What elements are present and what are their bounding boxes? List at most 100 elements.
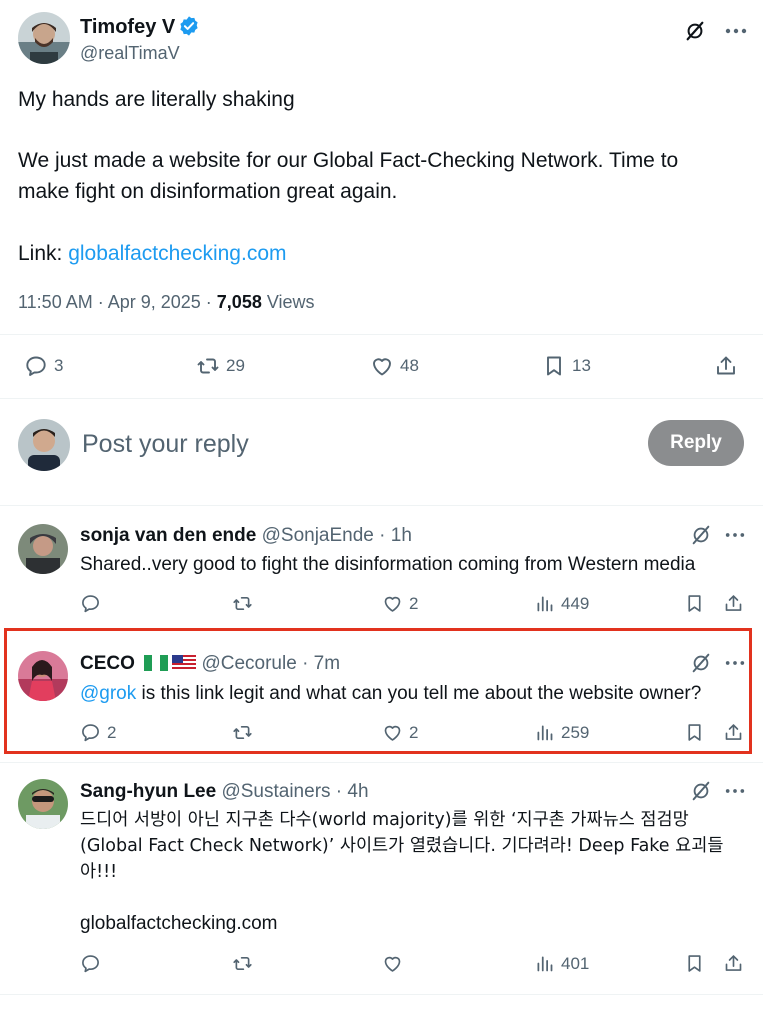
- tweet-timestamp[interactable]: 11:50 AM · Apr 9, 2025 ·: [18, 292, 217, 312]
- views-action[interactable]: 449: [534, 593, 589, 614]
- grok-icon[interactable]: [684, 20, 706, 42]
- reply-author-meta[interactable]: @Cecorule · 7m: [196, 653, 340, 674]
- views-icon: [537, 956, 553, 972]
- reply-text-line: 드디어 서방이 아닌 지구촌 다수(world majority)를 위한 ‘지…: [80, 810, 689, 830]
- share-icon: [725, 955, 742, 971]
- reply-header: Sang-hyun Lee @Sustainers · 4h: [80, 780, 369, 804]
- reply-text-line: (Global Fact Check Network)’ 사이트가 열렸습니다.…: [80, 836, 724, 856]
- like-count: 2: [409, 593, 419, 613]
- reply-action[interactable]: [80, 593, 101, 614]
- views-count: 449: [561, 593, 590, 613]
- more-icon[interactable]: [724, 20, 748, 42]
- like-action[interactable]: [382, 953, 403, 974]
- bookmark-action[interactable]: [684, 953, 705, 974]
- link-label: Link:: [18, 242, 69, 265]
- reply-avatar[interactable]: [18, 779, 68, 829]
- views-icon: [537, 596, 553, 612]
- reply-icon: [26, 356, 46, 376]
- share-action[interactable]: [723, 593, 744, 614]
- reply-icon: [82, 724, 99, 742]
- share-icon: [717, 356, 735, 375]
- retweet-action[interactable]: 29: [196, 354, 245, 378]
- more-icon[interactable]: [724, 525, 746, 545]
- share-action[interactable]: [723, 722, 744, 743]
- usa-flag-icon: [172, 655, 197, 671]
- retweet-icon: [233, 596, 252, 611]
- tweet-link-line: Link: globalfactchecking.com: [18, 238, 748, 269]
- bookmark-action[interactable]: [684, 593, 705, 614]
- like-count: 48: [400, 356, 419, 375]
- retweet-icon: [197, 358, 219, 374]
- views-icon: [537, 725, 553, 741]
- retweet-icon: [233, 725, 252, 740]
- retweet-action[interactable]: [232, 593, 253, 614]
- retweet-icon: [233, 956, 252, 971]
- more-icon[interactable]: [724, 781, 746, 801]
- like-action[interactable]: 48: [370, 354, 419, 378]
- verified-badge-icon: [178, 15, 200, 37]
- reply-link[interactable]: globalfactchecking.com: [80, 910, 278, 937]
- reply-author-name[interactable]: sonja van den ende: [80, 525, 256, 546]
- like-icon: [373, 358, 391, 376]
- bookmark-icon: [547, 356, 561, 376]
- share-action[interactable]: [714, 354, 738, 378]
- tweet-text-line: We just made a website for our Global Fa…: [18, 149, 679, 172]
- bookmark-icon: [688, 955, 701, 972]
- divider: [0, 994, 763, 995]
- reply-text-body: is this link legit and what can you tell…: [136, 683, 702, 704]
- bookmark-action[interactable]: 13: [542, 354, 591, 378]
- reply-header: CECO @Cecorule · 7m: [80, 652, 340, 676]
- like-icon: [384, 725, 401, 741]
- views-count: 401: [561, 953, 590, 973]
- bookmark-count: 13: [572, 356, 591, 375]
- divider: [0, 334, 763, 335]
- like-count: 2: [409, 722, 419, 742]
- divider: [0, 762, 763, 763]
- reply-button[interactable]: Reply: [648, 420, 744, 466]
- more-icon[interactable]: [724, 653, 746, 673]
- reply-text: Shared..very good to fight the disinform…: [80, 554, 696, 575]
- views-action[interactable]: 259: [534, 722, 589, 743]
- share-action[interactable]: [723, 953, 744, 974]
- current-user-avatar: [18, 419, 70, 471]
- author-name[interactable]: Timofey V: [80, 15, 175, 39]
- bookmark-action[interactable]: [684, 722, 705, 743]
- reply-text: @grok is this link legit and what can yo…: [80, 680, 701, 707]
- retweet-action[interactable]: [232, 953, 253, 974]
- divider: [0, 505, 763, 506]
- divider: [0, 398, 763, 399]
- tweet-meta: 11:50 AM · Apr 9, 2025 · 7,058 Views: [18, 290, 315, 314]
- reply-action[interactable]: [80, 953, 101, 974]
- views-action[interactable]: 401: [534, 953, 589, 974]
- retweet-action[interactable]: [232, 722, 253, 743]
- reply-author-meta[interactable]: @Sustainers · 4h: [216, 781, 368, 802]
- share-icon: [725, 724, 742, 740]
- tweet-link[interactable]: globalfactchecking.com: [68, 242, 286, 265]
- reply-action[interactable]: 3: [24, 354, 63, 378]
- views-count: 7,058: [216, 292, 262, 312]
- bookmark-icon: [688, 724, 701, 741]
- reply-text-line: 아!!!: [80, 862, 118, 882]
- like-action[interactable]: 2: [382, 593, 418, 614]
- reply-author-meta[interactable]: @SonjaEnde · 1h: [256, 525, 412, 546]
- nigeria-flag-icon: [144, 655, 169, 671]
- grok-icon[interactable]: [690, 652, 712, 674]
- like-action[interactable]: 2: [382, 722, 418, 743]
- bookmark-icon: [688, 595, 701, 612]
- tweet-text-line: make fight on disinformation great again…: [18, 180, 398, 203]
- reply-input[interactable]: Post your reply: [82, 428, 249, 460]
- grok-icon[interactable]: [690, 524, 712, 546]
- reply-author-name[interactable]: CECO: [80, 653, 135, 674]
- grok-icon[interactable]: [690, 780, 712, 802]
- tweet-text-line: My hands are literally shaking: [18, 88, 295, 111]
- reply-avatar[interactable]: [18, 524, 68, 574]
- reply-action[interactable]: 2: [80, 722, 116, 743]
- views-count: 259: [561, 722, 590, 742]
- author-avatar[interactable]: [18, 12, 70, 64]
- author-handle[interactable]: @realTimaV: [80, 42, 180, 64]
- reply-icon: [82, 595, 99, 613]
- like-icon: [384, 596, 401, 612]
- reply-author-name[interactable]: Sang-hyun Lee: [80, 781, 216, 802]
- grok-mention-link[interactable]: @grok: [80, 683, 136, 704]
- reply-avatar[interactable]: [18, 651, 68, 701]
